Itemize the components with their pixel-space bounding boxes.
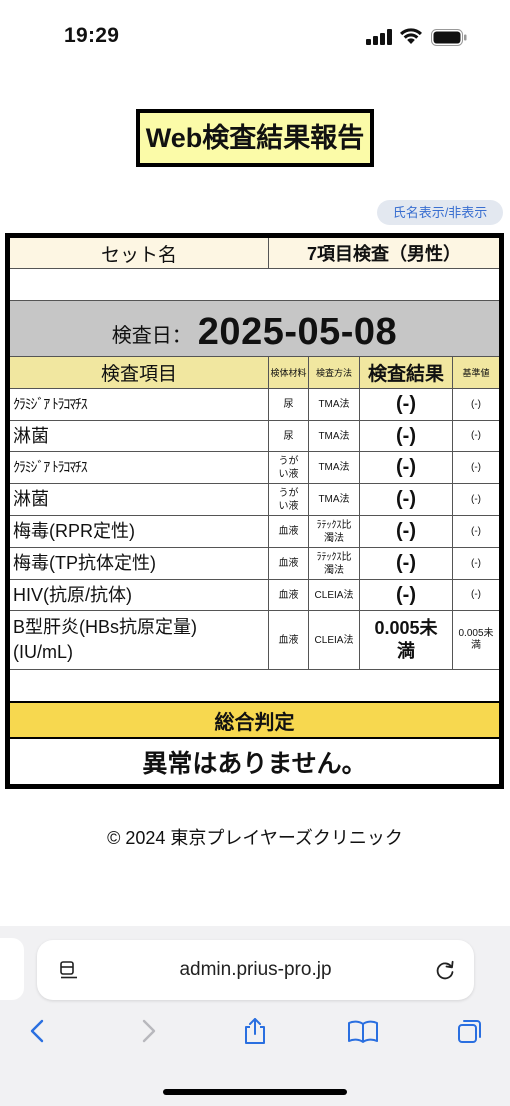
row-item: 梅毒(TP抗体定性) — [10, 547, 268, 579]
previous-tab-preview[interactable] — [0, 938, 24, 1000]
row-item: 淋菌 — [10, 420, 268, 451]
row-reference: (-) — [452, 483, 499, 515]
row-specimen: 血液 — [268, 610, 308, 669]
cellular-signal-icon — [366, 29, 392, 45]
row-method: ﾗﾃｯｸｽ比濁法 — [308, 547, 359, 579]
tabs-icon[interactable] — [456, 1017, 484, 1045]
row-reference: (-) — [452, 547, 499, 579]
row-item: ｸﾗﾐｼﾞｱ ﾄﾗｺﾏﾁｽ — [10, 451, 268, 483]
row-specimen: 血液 — [268, 579, 308, 610]
row-method: TMA法 — [308, 388, 359, 420]
spacer-row — [10, 268, 499, 300]
row-result: (-) — [359, 483, 452, 515]
row-result: (-) — [359, 451, 452, 483]
set-name-value: 7項目検査（男性） — [268, 238, 499, 268]
name-toggle-button[interactable]: 氏名表示/非表示 — [377, 200, 503, 225]
row-specimen: うがい液 — [268, 483, 308, 515]
row-item: HIV(抗原/抗体) — [10, 579, 268, 610]
row-method: TMA法 — [308, 420, 359, 451]
page-title: Web検査結果報告 — [136, 109, 374, 167]
bookmarks-icon[interactable] — [347, 1017, 379, 1045]
overall-judgement-value: 異常はありません。 — [10, 737, 499, 784]
back-icon[interactable] — [24, 1017, 52, 1045]
row-reference: (-) — [452, 388, 499, 420]
row-item: B型肝炎(HBs抗原定量)(IU/mL) — [10, 610, 268, 669]
row-specimen: 尿 — [268, 388, 308, 420]
row-specimen: 血液 — [268, 515, 308, 547]
row-reference: (-) — [452, 420, 499, 451]
column-header-specimen: 検体材料 — [268, 356, 308, 388]
column-header-method: 検査方法 — [308, 356, 359, 388]
exam-date-row: 検査日： 2025-05-08 — [10, 300, 499, 356]
url-text[interactable]: admin.prius-pro.jp — [37, 940, 474, 1000]
row-result: (-) — [359, 547, 452, 579]
row-method: TMA法 — [308, 483, 359, 515]
browser-toolbar: admin.prius-pro.jp — [0, 926, 510, 1106]
spacer-row — [10, 669, 499, 701]
battery-icon — [431, 29, 467, 46]
forward-icon[interactable] — [134, 1017, 162, 1045]
copyright: © 2024 東京プレイヤーズクリニック — [107, 828, 403, 848]
wifi-icon — [400, 28, 422, 44]
row-method: CLEIA法 — [308, 610, 359, 669]
row-reference: 0.005未満 — [452, 610, 499, 669]
result-report: セット名 7項目検査（男性） 検査日： 2025-05-08 検査項目 検体材料… — [5, 233, 504, 789]
home-indicator — [163, 1089, 347, 1095]
share-icon[interactable] — [241, 1017, 269, 1045]
row-item: 梅毒(RPR定性) — [10, 515, 268, 547]
row-result: (-) — [359, 420, 452, 451]
reload-icon[interactable] — [434, 959, 456, 981]
row-specimen: 尿 — [268, 420, 308, 451]
row-result: (-) — [359, 388, 452, 420]
row-method: TMA法 — [308, 451, 359, 483]
row-specimen: うがい液 — [268, 451, 308, 483]
column-header-result: 検査結果 — [359, 356, 452, 388]
row-reference: (-) — [452, 451, 499, 483]
row-reference: (-) — [452, 579, 499, 610]
row-method: CLEIA法 — [308, 579, 359, 610]
exam-date-label: 検査日： — [111, 325, 192, 347]
row-method: ﾗﾃｯｸｽ比濁法 — [308, 515, 359, 547]
set-name-label: セット名 — [10, 238, 268, 268]
row-item: ｸﾗﾐｼﾞｱ ﾄﾗｺﾏﾁｽ — [10, 388, 268, 420]
row-result: (-) — [359, 579, 452, 610]
row-item: 淋菌 — [10, 483, 268, 515]
status-bar: 19:29 — [0, 0, 510, 70]
overall-judgement-label: 総合判定 — [10, 701, 499, 737]
status-time: 19:29 — [64, 24, 120, 47]
address-bar[interactable]: admin.prius-pro.jp — [37, 940, 474, 1000]
row-result: 0.005未満 — [359, 610, 452, 669]
row-specimen: 血液 — [268, 547, 308, 579]
column-header-reference: 基準値 — [452, 356, 499, 388]
column-header-item: 検査項目 — [10, 356, 268, 388]
row-result: (-) — [359, 515, 452, 547]
row-reference: (-) — [452, 515, 499, 547]
exam-date-value: 2025-05-08 — [197, 311, 398, 353]
